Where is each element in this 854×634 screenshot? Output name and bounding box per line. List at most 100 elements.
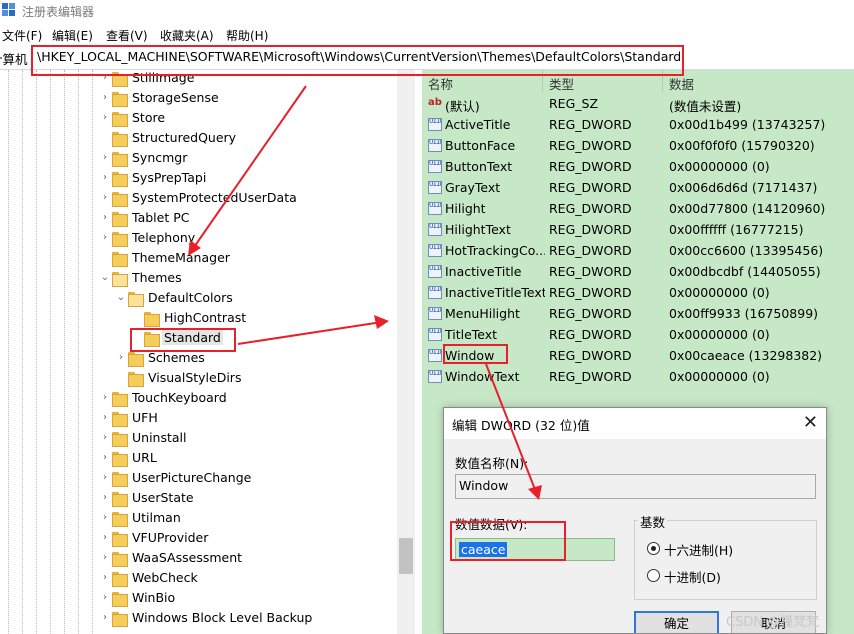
close-icon[interactable]: ✕ bbox=[803, 412, 818, 433]
expand-arrow-icon[interactable]: › bbox=[100, 112, 110, 123]
expand-arrow-icon[interactable]: › bbox=[100, 192, 110, 203]
dword-value-icon: 0110 bbox=[428, 181, 442, 194]
value-data: (数值未设置) bbox=[669, 99, 742, 114]
expand-arrow-icon[interactable]: › bbox=[100, 592, 110, 603]
list-item[interactable]: 0110 MenuHilight REG_DWORD 0x00ff9933 (1675… bbox=[422, 303, 854, 324]
pane-splitter[interactable] bbox=[415, 70, 422, 634]
list-item[interactable]: 0110 TitleText REG_DWORD 0x00000000 (0) bbox=[422, 324, 854, 345]
folder-icon bbox=[112, 592, 128, 607]
value-name: GrayText bbox=[445, 180, 501, 195]
value-name-field: Window bbox=[455, 474, 816, 499]
tree-node-label: TouchKeyboard bbox=[132, 390, 227, 405]
list-item[interactable]: 0110 InactiveTitle REG_DWORD 0x00dbcdbf (14… bbox=[422, 261, 854, 282]
dword-value-icon: 0110 bbox=[428, 160, 442, 173]
hex-radio[interactable] bbox=[647, 542, 660, 555]
folder-icon bbox=[128, 372, 144, 387]
list-item[interactable]: 0110 ActiveTitle REG_DWORD 0x00d1b499 (1374… bbox=[422, 114, 854, 135]
value-name: Hilight bbox=[445, 201, 486, 216]
value-name: ActiveTitle bbox=[445, 117, 511, 132]
list-item[interactable]: 0110 HilightText REG_DWORD 0x00ffffff (1677… bbox=[422, 219, 854, 240]
expand-arrow-icon[interactable]: › bbox=[100, 212, 110, 223]
dword-value-icon: 0110 bbox=[428, 349, 442, 362]
column-type[interactable]: 类型 bbox=[549, 74, 574, 93]
value-data: 0x00000000 (0) bbox=[669, 327, 770, 342]
expand-arrow-icon[interactable]: › bbox=[100, 392, 110, 403]
value-type: REG_DWORD bbox=[549, 201, 632, 216]
column-data[interactable]: 数据 bbox=[669, 74, 694, 93]
list-item[interactable]: 0110 ButtonFace REG_DWORD 0x00f0f0f0 (15790… bbox=[422, 135, 854, 156]
expand-arrow-icon[interactable]: ⌄ bbox=[100, 272, 110, 283]
expand-arrow-icon[interactable]: › bbox=[100, 92, 110, 103]
folder-icon bbox=[112, 272, 128, 287]
expand-arrow-icon[interactable]: › bbox=[100, 612, 110, 623]
menu-favorites[interactable]: 收藏夹(A) bbox=[160, 27, 214, 44]
tree-scrollbar[interactable] bbox=[397, 70, 415, 634]
expand-arrow-icon[interactable]: ⌄ bbox=[116, 292, 126, 303]
value-type: REG_DWORD bbox=[549, 348, 632, 363]
tree-node-label: Store bbox=[132, 110, 166, 125]
list-item[interactable]: 0110 GrayText REG_DWORD 0x006d6d6d (7171437… bbox=[422, 177, 854, 198]
value-type: REG_DWORD bbox=[549, 285, 632, 300]
list-item[interactable]: 0110 ButtonText REG_DWORD 0x00000000 (0) bbox=[422, 156, 854, 177]
list-item[interactable]: 0110 InactiveTitleText REG_DWORD 0x00000000… bbox=[422, 282, 854, 303]
expand-arrow-icon[interactable]: › bbox=[100, 412, 110, 423]
tree-node-label: Tablet PC bbox=[132, 210, 190, 225]
expand-arrow-icon[interactable]: › bbox=[100, 572, 110, 583]
menu-file[interactable]: 文件(F) bbox=[2, 27, 42, 44]
value-type: REG_DWORD bbox=[549, 327, 632, 342]
folder-icon bbox=[112, 212, 128, 227]
list-item[interactable]: ab (默认) REG_SZ (数值未设置) bbox=[422, 93, 854, 114]
tree-node-label: UserPictureChange bbox=[132, 470, 252, 485]
dword-value-icon: 0110 bbox=[428, 244, 442, 257]
tree-node-label: Syncmgr bbox=[132, 150, 188, 165]
window-title: 注册表编辑器 bbox=[22, 5, 95, 19]
expand-arrow-icon[interactable]: › bbox=[100, 172, 110, 183]
expand-arrow-icon[interactable]: › bbox=[100, 452, 110, 463]
expand-arrow-icon[interactable]: › bbox=[100, 152, 110, 163]
dword-value-icon: 0110 bbox=[428, 307, 442, 320]
tree-node-label: Themes bbox=[132, 270, 182, 285]
hex-label[interactable]: 十六进制(H) bbox=[664, 540, 733, 559]
menu-help[interactable]: 帮助(H) bbox=[226, 27, 268, 44]
menu-view[interactable]: 查看(V) bbox=[106, 27, 148, 44]
string-value-icon: ab bbox=[428, 97, 442, 108]
folder-icon bbox=[112, 252, 128, 267]
value-name: HilightText bbox=[445, 222, 511, 237]
value-type: REG_DWORD bbox=[549, 138, 632, 153]
folder-icon bbox=[112, 532, 128, 547]
expand-arrow-icon[interactable]: › bbox=[100, 512, 110, 523]
tree-scrollbar-thumb[interactable] bbox=[399, 538, 413, 574]
value-data: 0x00000000 (0) bbox=[669, 285, 770, 300]
expand-arrow-icon[interactable]: › bbox=[100, 472, 110, 483]
expand-arrow-icon[interactable]: › bbox=[116, 352, 126, 363]
menu-edit[interactable]: 编辑(E) bbox=[52, 27, 93, 44]
folder-icon bbox=[112, 92, 128, 107]
value-name-label: 数值名称(N): bbox=[455, 456, 529, 471]
list-item[interactable]: 0110 WindowText REG_DWORD 0x00000000 (0) bbox=[422, 366, 854, 387]
value-type: REG_DWORD bbox=[549, 243, 632, 258]
tree-node-label: URL bbox=[132, 450, 157, 465]
list-item[interactable]: 0110 Hilight REG_DWORD 0x00d77800 (14120960… bbox=[422, 198, 854, 219]
expand-arrow-icon[interactable]: › bbox=[100, 432, 110, 443]
expand-arrow-icon[interactable]: › bbox=[100, 532, 110, 543]
value-type: REG_DWORD bbox=[549, 264, 632, 279]
folder-icon bbox=[112, 472, 128, 487]
folder-icon bbox=[112, 132, 128, 147]
value-name: InactiveTitleText bbox=[445, 285, 545, 300]
list-item[interactable]: 0110 HotTrackingCo... REG_DWORD 0x00cc6600 … bbox=[422, 240, 854, 261]
value-data: 0x006d6d6d (7171437) bbox=[669, 180, 818, 195]
expand-arrow-icon[interactable]: › bbox=[100, 492, 110, 503]
folder-icon bbox=[112, 552, 128, 567]
value-type: REG_DWORD bbox=[549, 159, 632, 174]
ok-button[interactable]: 确定 bbox=[634, 611, 719, 633]
decimal-label[interactable]: 十进制(D) bbox=[664, 567, 721, 586]
expand-arrow-icon[interactable]: › bbox=[100, 552, 110, 563]
annotation-box-address bbox=[31, 45, 684, 76]
dword-value-icon: 0110 bbox=[428, 118, 442, 131]
expand-arrow-icon[interactable]: › bbox=[100, 232, 110, 243]
decimal-radio[interactable] bbox=[647, 569, 660, 582]
tree-node-label: StorageSense bbox=[132, 90, 219, 105]
column-name[interactable]: 名称 bbox=[428, 74, 453, 93]
folder-icon bbox=[144, 312, 160, 327]
value-data: 0x00f0f0f0 (15790320) bbox=[669, 138, 815, 153]
